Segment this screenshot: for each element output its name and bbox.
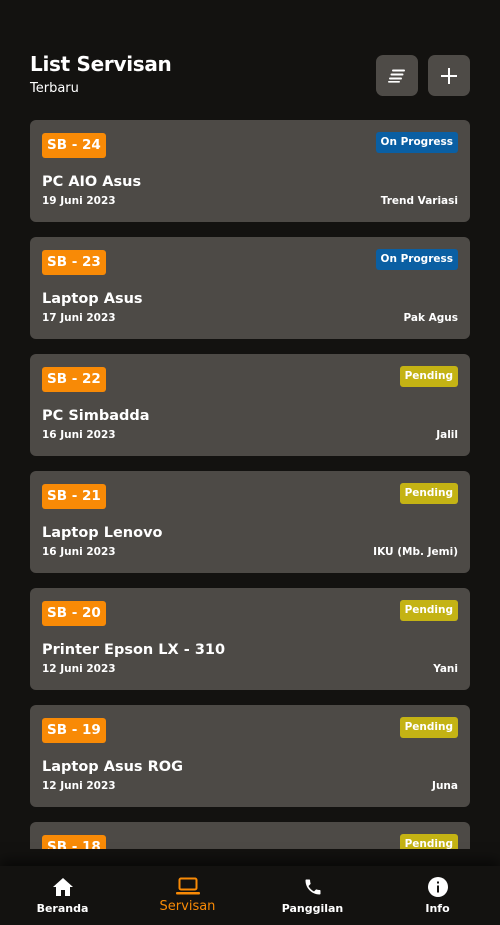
service-list[interactable]: SB - 24 On Progress PC AIO Asus 19 Juni 202… (30, 120, 470, 849)
service-card[interactable]: SB - 24 On Progress PC AIO Asus 19 Juni 202… (30, 120, 470, 222)
nav-label: Panggilan (281, 902, 344, 915)
service-code-badge: SB - 20 (42, 601, 106, 626)
bottom-navigation: Beranda Servisan Panggilan Info (0, 866, 500, 925)
device-name: Laptop Lenovo (42, 525, 163, 541)
service-card[interactable]: SB - 22 Pending PC Simbadda 16 Juni 2023 Jal… (30, 354, 470, 456)
service-date: 16 Juni 2023 (42, 546, 116, 558)
nav-label: Info (425, 902, 450, 915)
sort-lines-icon (388, 69, 405, 83)
page-title: List Servisan (30, 52, 172, 76)
service-card[interactable]: SB - 18 Pending (30, 822, 470, 849)
status-badge: Pending (399, 717, 458, 738)
customer-name: Trend Variasi (380, 195, 458, 207)
service-date: 19 Juni 2023 (42, 195, 116, 207)
device-name: PC AIO Asus (42, 174, 142, 190)
service-code-badge: SB - 19 (42, 718, 106, 743)
plus-icon (441, 67, 457, 84)
home-icon (52, 876, 74, 898)
device-name: PC Simbadda (42, 408, 150, 424)
add-service-button[interactable] (428, 55, 470, 96)
nav-item-servisan[interactable]: Servisan (125, 866, 250, 925)
customer-name: Pak Agus (403, 312, 458, 324)
status-badge: Pending (399, 366, 458, 387)
status-badge: On Progress (375, 132, 458, 153)
service-card[interactable]: SB - 19 Pending Laptop Asus ROG 12 Juni 202… (30, 705, 470, 807)
service-code-badge: SB - 18 (42, 835, 106, 849)
nav-label: Beranda (36, 902, 89, 915)
service-code-badge: SB - 23 (42, 250, 106, 275)
device-name: Laptop Asus (42, 291, 143, 307)
nav-item-beranda[interactable]: Beranda (0, 866, 125, 925)
service-date: 17 Juni 2023 (42, 312, 116, 324)
status-badge: On Progress (375, 249, 458, 270)
nav-item-info[interactable]: Info (375, 866, 500, 925)
customer-name: Juna (432, 780, 458, 792)
service-code-badge: SB - 24 (42, 133, 106, 158)
service-card[interactable]: SB - 23 On Progress Laptop Asus 17 Juni 202… (30, 237, 470, 339)
sort-button[interactable] (376, 55, 418, 96)
device-name: Printer Epson LX - 310 (42, 642, 226, 658)
service-date: 12 Juni 2023 (42, 780, 116, 792)
device-name: Laptop Asus ROG (42, 759, 183, 775)
customer-name: Jalil (436, 429, 458, 441)
phone-icon (303, 876, 323, 898)
service-code-badge: SB - 21 (42, 484, 106, 509)
status-badge: Pending (399, 483, 458, 504)
page-subtitle: Terbaru (30, 81, 79, 96)
customer-name: IKU (Mb. Jemi) (373, 546, 458, 558)
service-card[interactable]: SB - 21 Pending Laptop Lenovo 16 Juni 2023 I… (30, 471, 470, 573)
laptop-icon (175, 875, 200, 897)
customer-name: Yani (433, 663, 458, 675)
service-code-badge: SB - 22 (42, 367, 106, 392)
info-icon (427, 876, 449, 898)
service-date: 12 Juni 2023 (42, 663, 116, 675)
page-header: List Servisan Terbaru (30, 52, 172, 96)
status-badge: Pending (399, 600, 458, 621)
service-date: 16 Juni 2023 (42, 429, 116, 441)
nav-item-panggilan[interactable]: Panggilan (250, 866, 375, 925)
service-card[interactable]: SB - 20 Pending Printer Epson LX - 310 12 J… (30, 588, 470, 690)
nav-label: Servisan (159, 899, 216, 914)
status-badge: Pending (399, 834, 458, 849)
